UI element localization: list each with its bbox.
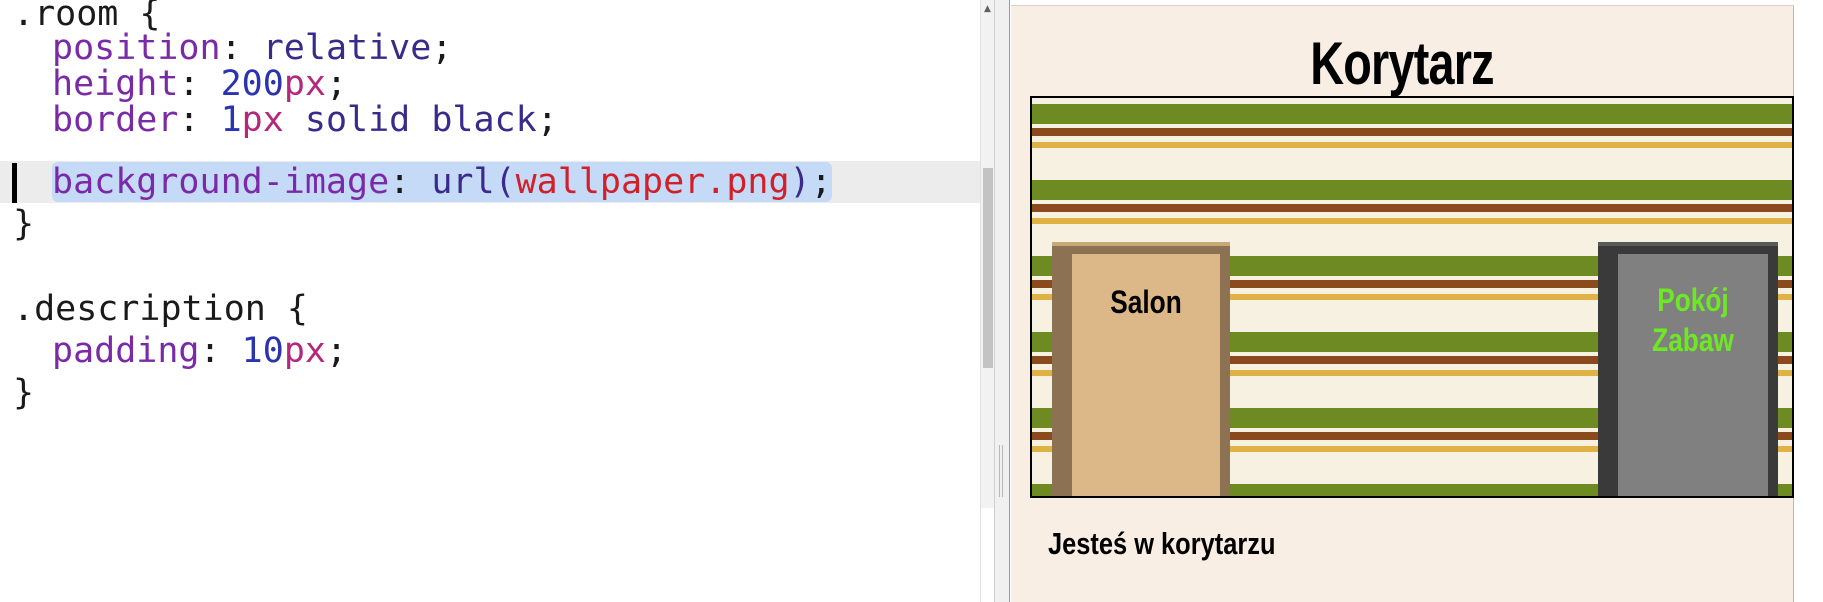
door-salon[interactable]: Salon bbox=[1052, 242, 1230, 496]
door-playroom-label: Pokój Zabaw bbox=[1632, 280, 1755, 360]
pane-splitter[interactable] bbox=[994, 0, 1010, 602]
code-token: wallpaper.png bbox=[515, 162, 790, 202]
scrollbar-thumb[interactable] bbox=[983, 168, 993, 368]
scrollbar-end bbox=[981, 508, 994, 602]
code-token: px bbox=[283, 64, 326, 104]
code-token: 1 bbox=[220, 100, 242, 140]
code-token: url( bbox=[431, 162, 516, 202]
splitter-grip-icon[interactable] bbox=[999, 445, 1005, 497]
room-wallpaper: Salon Pokój Zabaw bbox=[1030, 96, 1794, 498]
code-text: } bbox=[13, 372, 34, 414]
code-line[interactable]: .description { bbox=[0, 288, 980, 330]
code-text: padding: 10px; bbox=[13, 330, 347, 372]
code-token: ; bbox=[431, 28, 453, 68]
code-token: px bbox=[241, 100, 284, 140]
room-description: Jesteś w korytarzu bbox=[1048, 526, 1276, 561]
code-token: ; bbox=[536, 100, 558, 140]
code-token: ; bbox=[325, 331, 348, 371]
code-token: relative bbox=[262, 28, 432, 68]
code-token: px bbox=[283, 331, 326, 371]
code-line[interactable]: border: 1px solid black; bbox=[0, 99, 980, 141]
code-token: } bbox=[13, 373, 35, 413]
text-caret bbox=[12, 163, 17, 203]
code-line[interactable]: padding: 10px; bbox=[0, 330, 980, 372]
code-token: 200 bbox=[220, 64, 284, 104]
code-token: padding bbox=[52, 331, 200, 371]
code-token: border bbox=[52, 100, 179, 140]
code-token: ) bbox=[789, 162, 811, 202]
code-token: } bbox=[13, 204, 35, 244]
code-text: .description { bbox=[13, 288, 308, 330]
code-line[interactable]: } bbox=[0, 372, 980, 414]
code-editor[interactable]: .room { position: relative; height: 200p… bbox=[0, 0, 980, 602]
code-token: 10 bbox=[241, 331, 284, 371]
code-token: : bbox=[220, 28, 263, 68]
door-salon-label: Salon bbox=[1110, 284, 1182, 320]
code-line[interactable]: } bbox=[0, 203, 980, 245]
preview-page: Korytarz Salon Pokój Zabaw Jesteś w kory… bbox=[1011, 5, 1794, 602]
code-token: position bbox=[52, 28, 221, 68]
code-text-selected: background-image: url(wallpaper.png); bbox=[13, 161, 832, 203]
code-token: : bbox=[178, 100, 221, 140]
code-token: height bbox=[52, 64, 179, 104]
editor-vertical-scrollbar[interactable]: ▲ bbox=[980, 0, 994, 602]
code-token: .description { bbox=[13, 289, 309, 329]
door-playroom-label-line2: Zabaw bbox=[1652, 322, 1734, 358]
code-token: background-image bbox=[52, 162, 390, 202]
preview-pane: Korytarz Salon Pokój Zabaw Jesteś w kory… bbox=[1011, 0, 1823, 602]
code-token: : bbox=[199, 331, 242, 371]
code-line[interactable] bbox=[0, 246, 980, 288]
code-token: : bbox=[389, 162, 432, 202]
door-playroom-label-line1: Pokój bbox=[1657, 282, 1729, 318]
code-token: ; bbox=[810, 162, 832, 202]
code-text: border: 1px solid black; bbox=[13, 99, 558, 141]
code-token: solid black bbox=[283, 100, 537, 140]
code-token: ; bbox=[325, 64, 348, 104]
scroll-up-arrow-icon[interactable]: ▲ bbox=[981, 4, 994, 14]
code-line-active[interactable]: background-image: url(wallpaper.png); bbox=[0, 161, 980, 203]
code-token: : bbox=[178, 64, 221, 104]
door-playroom[interactable]: Pokój Zabaw bbox=[1598, 242, 1778, 496]
app-window: .room { position: relative; height: 200p… bbox=[0, 0, 1823, 602]
code-text: } bbox=[13, 203, 34, 245]
room-title: Korytarz bbox=[1310, 30, 1494, 97]
